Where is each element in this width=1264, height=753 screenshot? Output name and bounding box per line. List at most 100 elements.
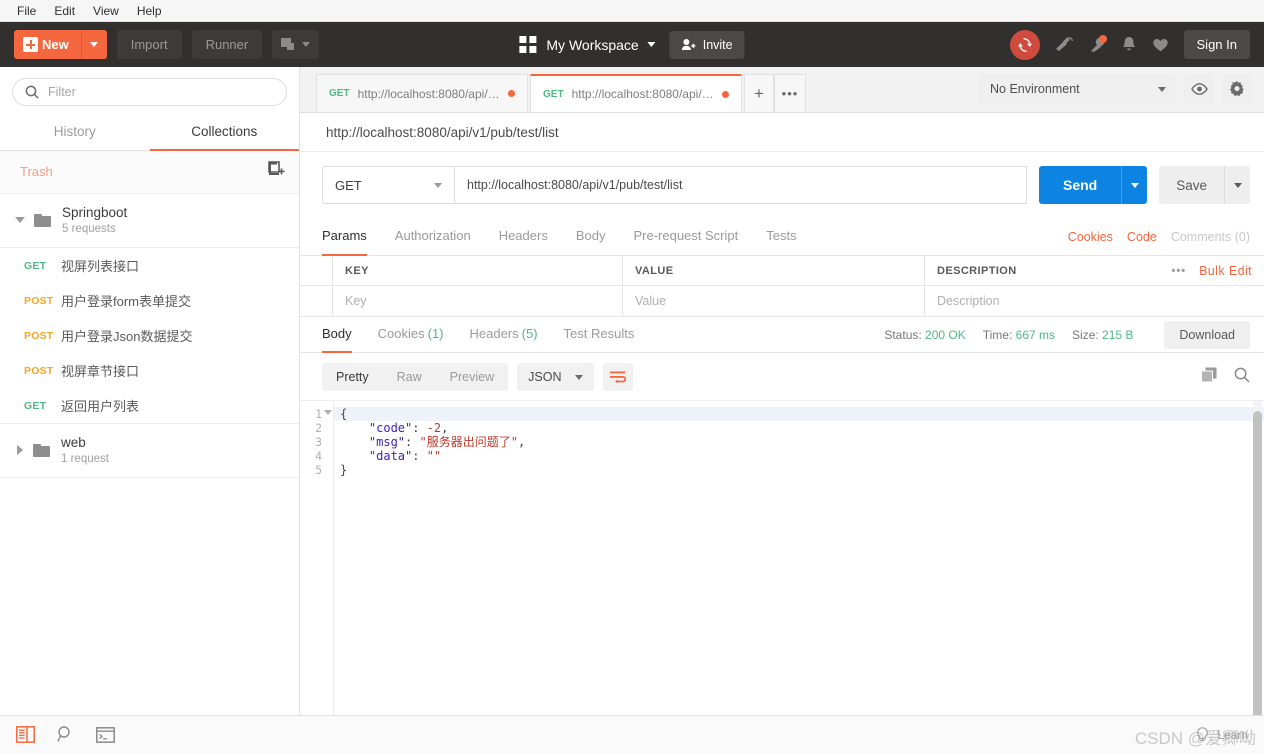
- find-button[interactable]: [57, 726, 74, 743]
- param-value-input[interactable]: Value: [623, 286, 925, 316]
- params-empty-row[interactable]: Key Value Description: [300, 286, 1264, 316]
- param-key-input[interactable]: Key: [333, 286, 623, 316]
- send-dropdown-button[interactable]: [1121, 166, 1148, 204]
- tab-params[interactable]: Params: [322, 218, 367, 256]
- cookies-link[interactable]: Cookies: [1068, 230, 1113, 244]
- save-button[interactable]: Save: [1159, 166, 1224, 204]
- trash-row: Trash: [0, 151, 299, 194]
- gear-icon: [1229, 81, 1244, 96]
- response-scrollbar[interactable]: [1253, 401, 1262, 715]
- tab-prerequest-script[interactable]: Pre-request Script: [633, 218, 738, 256]
- console-button[interactable]: [96, 726, 115, 743]
- new-collection-icon[interactable]: [268, 161, 285, 182]
- notification-badge: [1098, 35, 1107, 43]
- new-button[interactable]: New: [14, 30, 107, 59]
- sync-icon[interactable]: [1009, 29, 1040, 60]
- method-selector[interactable]: GET: [322, 166, 454, 204]
- tabs-options-button[interactable]: •••: [774, 74, 806, 112]
- code-line: "msg": "服务器出问题了",: [340, 435, 526, 449]
- menu-edit[interactable]: Edit: [45, 0, 84, 22]
- request-item[interactable]: GET 视屏列表接口: [0, 248, 299, 283]
- request-item[interactable]: POST 视屏章节接口: [0, 353, 299, 388]
- collection-name: web: [61, 435, 86, 450]
- view-mode-preview[interactable]: Preview: [436, 363, 508, 391]
- search-response-button[interactable]: [1234, 367, 1250, 388]
- collection-springboot[interactable]: Springboot 5 requests: [0, 194, 299, 248]
- view-mode-raw[interactable]: Raw: [383, 363, 436, 391]
- time-value: 667 ms: [1015, 327, 1056, 342]
- tab-authorization[interactable]: Authorization: [395, 218, 471, 256]
- params-options-button[interactable]: •••: [1172, 265, 1187, 277]
- fold-icon[interactable]: [324, 410, 332, 415]
- param-row-checkbox[interactable]: [300, 286, 333, 316]
- workspace-selector[interactable]: My Workspace Invite: [519, 30, 745, 59]
- learn-link[interactable]: Learn: [1196, 726, 1248, 743]
- request-tab-2[interactable]: GET http://localhost:8080/api/v1/pub: [530, 74, 742, 112]
- download-button[interactable]: Download: [1164, 320, 1250, 349]
- param-description-input[interactable]: Description: [925, 286, 1264, 316]
- sidebar-tab-collections[interactable]: Collections: [149, 115, 299, 151]
- request-method: POST: [24, 294, 54, 307]
- filter-box[interactable]: [12, 78, 287, 106]
- word-wrap-button[interactable]: [603, 363, 634, 391]
- request-item[interactable]: POST 用户登录Json数据提交: [0, 318, 299, 353]
- trash-link[interactable]: Trash: [20, 164, 53, 179]
- copy-icon: [1201, 367, 1217, 382]
- response-tab-headers[interactable]: Headers (5): [470, 317, 538, 353]
- open-new-window-button[interactable]: [272, 30, 320, 59]
- new-dropdown-caret[interactable]: [80, 30, 107, 59]
- request-tab-1[interactable]: GET http://localhost:8080/api/v1/pub: [316, 74, 528, 112]
- view-mode-pretty[interactable]: Pretty: [322, 363, 383, 391]
- sidebar-toggle-button[interactable]: [16, 726, 35, 743]
- menu-file[interactable]: File: [8, 0, 45, 22]
- sign-in-button[interactable]: Sign In: [1183, 30, 1250, 59]
- response-tab-body[interactable]: Body: [322, 317, 352, 353]
- save-dropdown-button[interactable]: [1224, 166, 1250, 204]
- invite-button[interactable]: Invite: [669, 30, 745, 59]
- menu-help[interactable]: Help: [128, 0, 171, 22]
- postman-window: File Edit View Help New Import Runner My…: [0, 0, 1264, 753]
- bell-icon[interactable]: [1121, 36, 1137, 53]
- url-input[interactable]: [454, 166, 1027, 204]
- tab-body[interactable]: Body: [576, 218, 606, 256]
- sidebar-tab-history[interactable]: History: [0, 115, 150, 151]
- heart-icon[interactable]: [1152, 37, 1169, 52]
- status-bar: Learn: [0, 715, 1264, 753]
- response-tab-test-results[interactable]: Test Results: [564, 317, 635, 353]
- runner-button[interactable]: Runner: [191, 30, 263, 59]
- new-tab-button[interactable]: +: [744, 74, 774, 112]
- method-value: GET: [335, 177, 362, 193]
- request-item[interactable]: GET 返回用户列表: [0, 388, 299, 423]
- settings-button[interactable]: [1222, 74, 1252, 104]
- response-tab-cookies[interactable]: Cookies (1): [378, 317, 444, 353]
- menu-view[interactable]: View: [84, 0, 128, 22]
- response-body-viewer[interactable]: 1 2 3 4 5 { "code": -2, "msg": "服务器出问题了"…: [300, 400, 1264, 715]
- time-meta: Time: 667 ms: [983, 328, 1055, 342]
- size-value: 215 B: [1102, 327, 1134, 342]
- environment-quick-look-button[interactable]: [1184, 74, 1214, 104]
- copy-button[interactable]: [1201, 367, 1218, 388]
- scrollbar-thumb[interactable]: [1253, 411, 1262, 715]
- code-link[interactable]: Code: [1127, 230, 1157, 244]
- request-item[interactable]: POST 用户登录form表单提交: [0, 283, 299, 318]
- response-format-selector[interactable]: JSON: [517, 363, 595, 391]
- send-button[interactable]: Send: [1038, 166, 1122, 204]
- comments-link[interactable]: Comments (0): [1171, 230, 1250, 244]
- learn-label: Learn: [1217, 727, 1248, 742]
- collections-list: Springboot 5 requests GET 视屏列表接口 POST 用户…: [0, 194, 299, 715]
- notifications-icon[interactable]: [1089, 35, 1107, 53]
- bulk-edit-link[interactable]: Bulk Edit: [1199, 264, 1252, 278]
- tab-tests[interactable]: Tests: [766, 218, 796, 256]
- json-code[interactable]: { "code": -2, "msg": "服务器出问题了", "data": …: [334, 401, 1264, 715]
- response-tab-label: Test Results: [563, 326, 635, 341]
- tab-headers[interactable]: Headers: [499, 218, 548, 256]
- satellite-icon[interactable]: [1055, 36, 1074, 53]
- collection-name: Springboot: [62, 205, 128, 220]
- params-header-description: DESCRIPTION ••• Bulk Edit: [925, 256, 1264, 285]
- collection-web[interactable]: web 1 request: [0, 423, 299, 478]
- invite-person-icon: [682, 39, 696, 50]
- import-button[interactable]: Import: [116, 30, 182, 59]
- filter-input[interactable]: [48, 85, 274, 99]
- response-view-mode-group: Pretty Raw Preview: [322, 363, 509, 391]
- environment-selector[interactable]: No Environment: [978, 74, 1176, 104]
